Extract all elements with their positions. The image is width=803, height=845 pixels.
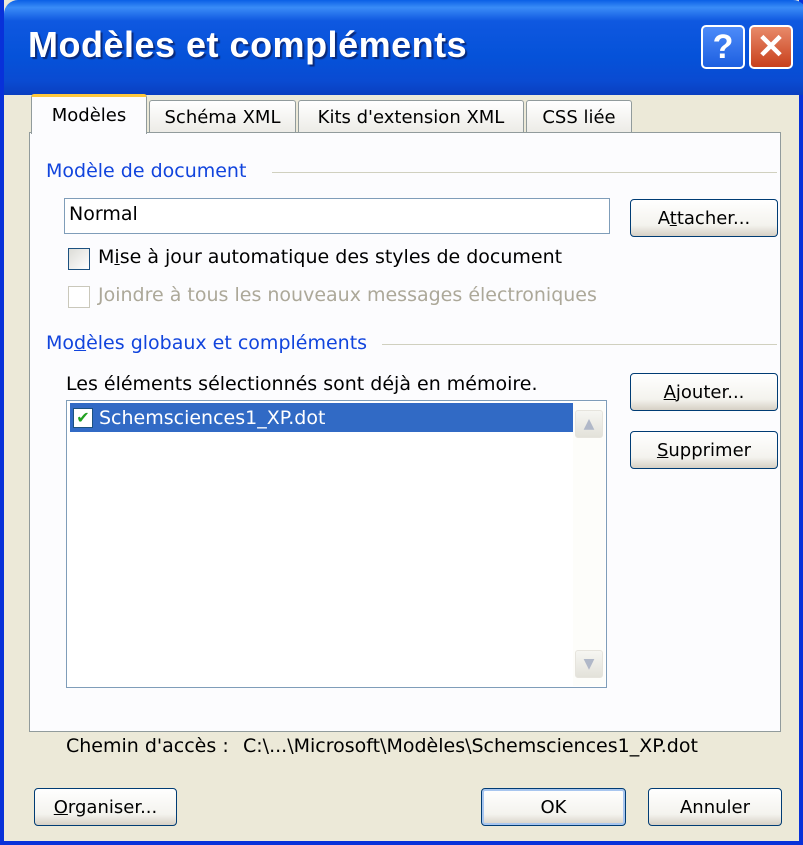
group-divider [382, 344, 777, 345]
tab-label: Kits d'extension XML [317, 106, 505, 128]
tab-label: CSS liée [542, 106, 616, 128]
auto-update-label[interactable]: Mise à jour automatique des styles de do… [98, 246, 562, 268]
group-divider [272, 172, 777, 173]
tab-css-liee[interactable]: CSS liée [526, 100, 632, 133]
vertical-scrollbar[interactable]: ▲ ▼ [573, 402, 605, 686]
organize-button[interactable]: Organiser... [34, 788, 177, 826]
path-value: C:\...\Microsoft\Modèles\Schemsciences1_… [243, 735, 698, 757]
list-item-label: Schemsciences1_XP.dot [99, 406, 326, 429]
title-bar[interactable]: Modèles et compléments ? ✕ [4, 0, 803, 95]
ok-button-label: OK [540, 796, 567, 818]
remove-button-label: Supprimer [656, 439, 752, 461]
cancel-button-label: Annuler [679, 796, 750, 818]
close-icon[interactable]: ✕ [749, 25, 793, 69]
cancel-button[interactable]: Annuler [648, 788, 782, 826]
add-button-label: Ajouter... [663, 381, 745, 403]
global-templates-group-label: Modèles globaux et compléments [46, 332, 368, 354]
window-title: Modèles et compléments [28, 24, 468, 65]
checkmark-icon[interactable]: ✔ [73, 407, 93, 428]
attach-button-label: Attacher... [657, 207, 751, 229]
ok-button[interactable]: OK [481, 788, 626, 826]
dialog-window: Modèles et compléments ? ✕ Modèles Schém… [0, 0, 803, 845]
organize-button-label: Organiser... [53, 796, 158, 818]
add-button[interactable]: Ajouter... [630, 373, 778, 411]
global-templates-list[interactable]: ✔ Schemsciences1_XP.dot ▲ ▼ [66, 400, 607, 688]
remove-button[interactable]: Supprimer [630, 431, 778, 469]
attach-button[interactable]: Attacher... [630, 199, 778, 237]
path-label: Chemin d'accès : [66, 735, 229, 757]
attach-email-checkbox [68, 286, 90, 308]
tab-kits-extension-xml[interactable]: Kits d'extension XML [298, 100, 524, 133]
loaded-items-note: Les éléments sélectionnés sont déjà en m… [66, 373, 538, 395]
chevron-up-icon[interactable]: ▲ [575, 410, 603, 438]
help-icon[interactable]: ? [701, 25, 745, 69]
auto-update-checkbox[interactable] [68, 248, 90, 270]
attach-email-label: Joindre à tous les nouveaux messages éle… [98, 284, 597, 306]
list-item[interactable]: ✔ Schemsciences1_XP.dot [70, 403, 575, 432]
tab-schema-xml[interactable]: Schéma XML [149, 100, 296, 133]
tab-label: Schéma XML [164, 106, 281, 128]
template-name-field[interactable]: Normal [64, 198, 610, 234]
tab-label: Modèles [51, 105, 127, 126]
chevron-down-icon[interactable]: ▼ [575, 650, 603, 678]
document-template-group-label: Modèle de document [46, 160, 247, 182]
tab-modeles[interactable]: Modèles [31, 94, 147, 134]
